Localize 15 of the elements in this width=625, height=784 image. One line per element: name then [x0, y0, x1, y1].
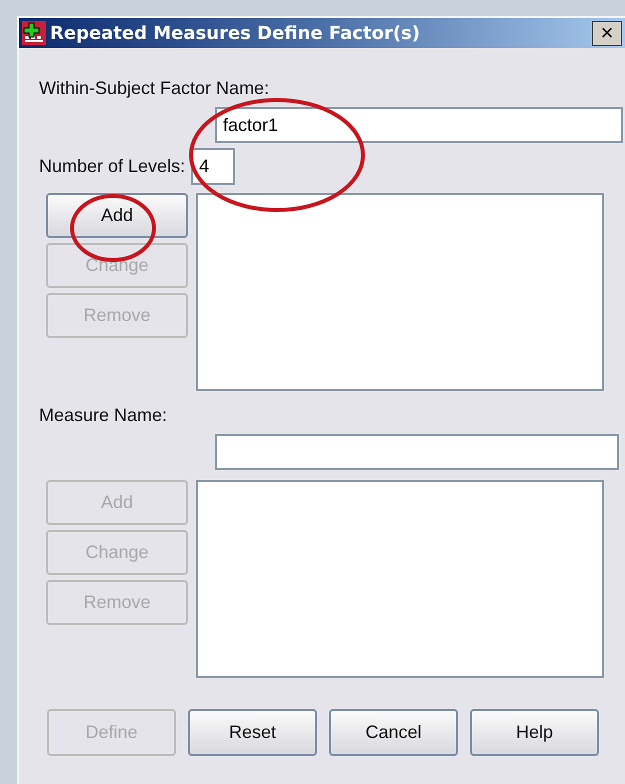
close-button[interactable]: × — [592, 20, 622, 46]
dialog-button[interactable]: Reset — [188, 709, 317, 756]
measure-name-field[interactable] — [215, 434, 619, 470]
window-title: Repeated Measures Define Factor(s) — [50, 22, 421, 44]
factor-button[interactable]: Add — [46, 193, 188, 238]
factor-name-label: Within-Subject Factor Name: — [39, 78, 270, 99]
levels-field[interactable]: 4 — [191, 148, 236, 185]
app-icon — [22, 21, 46, 45]
dialog-button[interactable]: Cancel — [329, 709, 458, 756]
levels-label: Number of Levels: — [39, 156, 186, 177]
factor-list[interactable] — [196, 193, 604, 391]
measure-list[interactable] — [196, 480, 604, 678]
measure-name-label: Measure Name: — [39, 405, 168, 426]
factor-name-field[interactable]: factor1 — [215, 107, 623, 143]
dialog-button[interactable]: Help — [470, 709, 599, 756]
